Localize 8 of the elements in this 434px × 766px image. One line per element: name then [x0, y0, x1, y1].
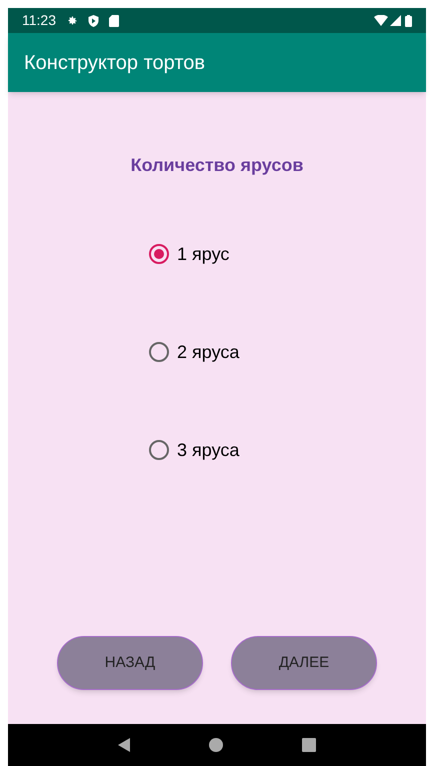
- radio-option[interactable]: 3 яруса: [149, 437, 269, 463]
- app-bar-title: Конструктор тортов: [24, 50, 206, 76]
- radio-option[interactable]: 1 ярус: [149, 241, 269, 267]
- back-button[interactable]: НАЗАД: [57, 636, 203, 690]
- next-button[interactable]: ДАЛЕЕ: [231, 636, 377, 690]
- radio-option[interactable]: 2 яруса: [149, 339, 269, 365]
- heading: Количество ярусов: [130, 154, 304, 177]
- status-time: 11:23: [22, 11, 56, 30]
